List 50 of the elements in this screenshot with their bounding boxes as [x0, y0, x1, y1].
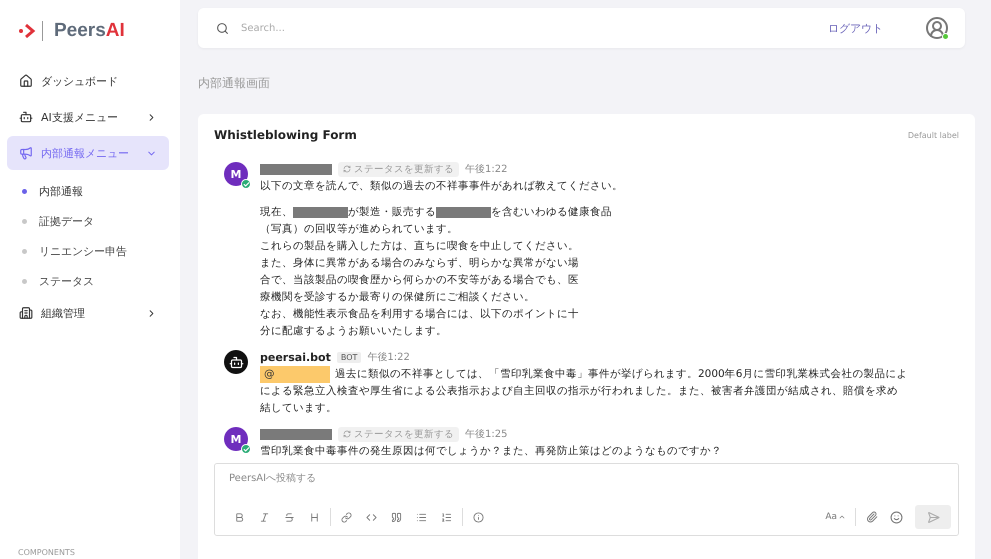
message-line: 療機関を受診するか最寄りの保健所にご相談ください。 [260, 290, 536, 305]
font-button[interactable]: Aa [819, 512, 852, 522]
sidebar-subitem[interactable]: リニエンシー申告 [0, 236, 180, 266]
send-icon [926, 510, 940, 524]
redaction-bar [260, 164, 332, 174]
sender-name: peersai.bot [260, 350, 331, 364]
user-avatar: M [224, 162, 248, 186]
message-line: なお、機能性表示食品を利用する場合には、以下のポイントに十 [260, 307, 580, 322]
message-time: 午後1:22 [367, 351, 410, 364]
redaction-bar [436, 206, 491, 218]
sidebar-subitem[interactable]: ステータス [0, 266, 180, 296]
page-title: 内部通報画面 [198, 75, 271, 92]
sidebar-item[interactable]: 組織管理 [7, 296, 169, 330]
message-line: これらの製品を購入した方は、直ちに喫食を中止してください。 [260, 239, 580, 254]
message-line: 分に配慮するようお願いいたします。 [260, 324, 448, 339]
user-avatar[interactable] [925, 16, 949, 40]
message-line: による緊急立入検査や厚生省による公表指示および自主回収の指示が行われました。また、被害者弁護団が結成され、賠償を求め [260, 384, 899, 399]
sidebar-item[interactable]: ダッシュボード [7, 64, 169, 98]
mention-tag[interactable]: @ [260, 366, 330, 383]
refresh-icon [343, 430, 351, 438]
message-line: （写真）の回収等が進められています。 [260, 222, 459, 237]
sidebar-item[interactable]: AI支援メニュー [7, 100, 169, 134]
message-line: @ 過去に類似の不祥事としては、「雪印乳業食中毒」事件が挙げられます。2000年6月に雪印乳業株式会社の製品によ [260, 366, 908, 383]
logo-text: PeersAI [54, 20, 125, 42]
bot-avatar [224, 350, 248, 374]
megaphone-icon [19, 146, 33, 160]
sidebar-subitem[interactable]: 内部通報 [0, 176, 180, 206]
message-line: 現在、 が製造・販売する を含むいわゆる健康食品 [260, 205, 613, 220]
card-label: Default label [908, 130, 959, 140]
building-icon [19, 306, 33, 320]
sidebar-subitem[interactable]: 証拠データ [0, 206, 180, 236]
message-line: 結しています。 [260, 401, 338, 416]
message-line: また、身体に異常がある場合のみならず、明らかな異常がない場 [260, 256, 580, 271]
redaction-bar [260, 428, 332, 440]
section-label: COMPONENTS [18, 548, 75, 557]
message-line: 以下の文章を読んで、類似の過去の不祥事事件があれば教えてください。 [260, 179, 623, 194]
robot-icon [19, 110, 33, 124]
logout-link[interactable]: ログアウト [828, 20, 883, 36]
message-time: 午後1:25 [465, 428, 508, 441]
message-line: 雪印乳業食中毒事件の発生原因は何でしょうか？また、再発防止策はどのようなものですか？ [260, 444, 722, 459]
bot-tag: BOT [336, 352, 362, 362]
house-icon [19, 74, 33, 88]
user-avatar: M [224, 427, 248, 451]
redaction-bar [293, 206, 348, 218]
message-time: 午後1:22 [465, 163, 508, 176]
message-line: 合で、当該製品の喫食歴から何らかの不安等がある場合でも、医 [260, 273, 580, 288]
card-title: Whistleblowing Form [214, 128, 357, 142]
caret-icon [838, 513, 846, 521]
search-icon [216, 22, 229, 34]
refresh-icon [343, 165, 351, 173]
